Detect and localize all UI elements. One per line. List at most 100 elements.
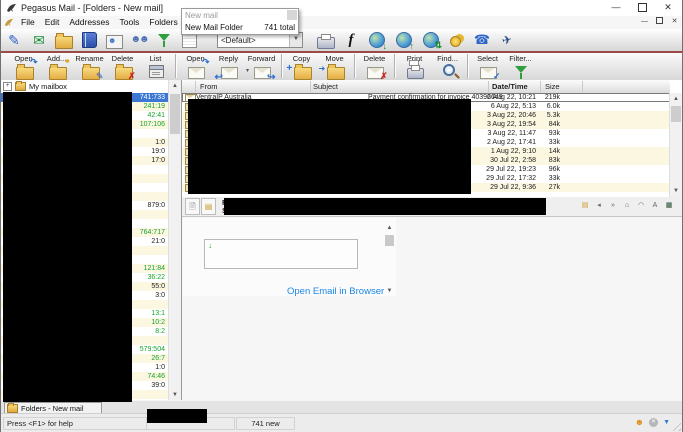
folder-pane: + My mailbox 741:733241:1942:41107:1061:… [1,80,182,401]
mdi-minimize-button[interactable]: — [639,17,650,28]
menu-folders[interactable]: Folders [144,16,182,29]
compose-icon[interactable] [5,31,23,49]
dialer-icon[interactable] [473,31,491,49]
folder-tree-root[interactable]: + My mailbox [1,80,181,92]
scroll-down-icon[interactable]: ▼ [384,287,395,296]
message-list-scrollbar[interactable]: ▲ ▼ [669,93,682,197]
folder-count: 1:0 [155,364,165,371]
rename-button[interactable]: Rename✎ [73,53,106,78]
filter-icon[interactable] [155,31,173,49]
mail-reply-icon: ↩ [220,64,238,78]
mdi-close-button[interactable]: ✕ [669,17,680,28]
close-button[interactable]: ✕ [655,0,681,15]
check-mail-icon[interactable] [369,32,385,48]
column-header-size[interactable]: Size [545,82,560,91]
move-button[interactable]: Move➜ [318,53,351,78]
identities-icon[interactable] [106,35,123,49]
list-button[interactable]: List [139,53,172,78]
add-button[interactable]: Add...● [40,53,73,78]
pegasus-mail-window: Pegasus Mail - [Folders - New mail] — ✕ … [0,0,683,432]
identity-combobox-value: <Default> [218,36,289,45]
forward-button[interactable]: Forward↪ [245,53,278,78]
folder-delete-icon: ✗ [114,64,132,78]
next-message-icon[interactable]: » [608,201,618,211]
font-icon[interactable]: A [650,201,660,211]
column-header-datetime[interactable]: Date/Time [492,82,528,91]
addressbook-icon[interactable] [82,32,97,48]
users-icon[interactable] [130,31,148,49]
preview-header: 🗎 ▤ From: Subject: ▤◂»⌂◠A▦ [182,197,682,217]
folder-dropdown-item[interactable]: New Mail Folder 741 total [182,22,298,34]
menu-file[interactable]: File [16,16,40,29]
folder-count: 241:19 [144,103,165,110]
message-size: 14k [512,147,560,156]
prev-message-icon[interactable]: ◂ [594,201,604,211]
button-label: Delete [364,54,386,63]
print-icon[interactable] [317,37,335,49]
select-button[interactable]: Select✓ [471,53,504,78]
toolbar-group-divider [467,54,468,78]
open-email-in-browser-link[interactable]: Open Email in Browser [287,286,384,297]
folders-icon[interactable] [55,36,73,49]
pegasus-icon[interactable] [498,31,516,49]
column-header-subject[interactable]: Subject [313,82,338,91]
column-header-from[interactable]: From [200,82,218,91]
system-menu-icon[interactable] [4,18,14,28]
open-button[interactable]: Open↷ [7,53,40,78]
find-button[interactable]: Find... [431,53,464,78]
reply-button[interactable]: Reply↩▾ [212,53,245,78]
mdi-restore-button[interactable] [654,17,665,28]
attachments-icon[interactable]: ▤ [201,198,216,215]
download-image-icon[interactable]: ↓ [208,241,212,250]
offline-icon[interactable]: ✕ [649,418,658,427]
scroll-up-icon[interactable]: ▲ [384,224,395,233]
scrollbar-thumb[interactable] [385,235,394,246]
delete-button[interactable]: Delete✗ [358,53,391,78]
print-button[interactable]: Print [398,53,431,78]
tree-expand-icon[interactable]: + [3,82,12,91]
folder-count: 74:46 [147,373,165,380]
folder-count: 121:84 [144,265,165,272]
formatting-icon[interactable] [342,31,360,49]
maximize-button[interactable] [629,0,655,15]
menu-addresses[interactable]: Addresses [64,16,114,29]
scrollbar-thumb[interactable] [170,94,180,134]
menu-tools[interactable]: Tools [115,16,145,29]
message-size: 27k [512,183,560,192]
list-window-icon [147,64,165,78]
send-receive-icon[interactable] [423,32,439,48]
scroll-down-icon[interactable]: ▼ [670,185,682,197]
chevron-down-icon[interactable]: ▼ [289,33,302,47]
view-source-icon[interactable]: ▦ [664,201,674,211]
accounting-icon[interactable] [448,31,466,49]
scroll-up-icon[interactable]: ▲ [670,93,682,105]
folder-copy-icon: + [293,64,311,78]
filter-button[interactable]: Filter... [504,53,537,78]
scrollbar-thumb[interactable] [671,106,681,122]
button-label: Filter... [509,54,532,63]
note-icon[interactable]: ▤ [580,201,590,211]
toolbar-group-divider [281,54,282,78]
open-button[interactable]: Open↷ [179,53,212,78]
copy-button[interactable]: Copy+ [285,53,318,78]
lock-icon[interactable]: ⌂ [622,201,632,211]
message-body-icon[interactable]: 🗎 [185,198,200,215]
folder-count: 39:0 [151,382,165,389]
redaction-status [147,409,207,423]
send-mail-icon[interactable] [396,32,412,48]
window-title: Pegasus Mail - [Folders - New mail] [21,3,163,13]
mail-view-scrollbar[interactable]: ▲ ▼ [384,224,395,296]
main-toolbar: <Default> ▼ [1,29,682,53]
notifier-dropdown-icon[interactable]: ▼ [663,418,670,427]
minimize-button[interactable]: — [603,0,629,15]
combobox-button[interactable] [287,10,297,20]
menu-edit[interactable]: Edit [40,16,65,29]
mailbox-icon[interactable] [30,31,48,49]
resize-grip[interactable] [669,419,681,431]
user-status-icon[interactable]: ☻ [635,418,644,427]
attach-indicator-icon[interactable]: ◠ [636,201,646,211]
scroll-up-icon[interactable]: ▲ [169,80,181,92]
delete-button[interactable]: Delete✗ [106,53,139,78]
folder-pane-scrollbar[interactable]: ▲ ▼ [168,80,181,401]
folder-combobox[interactable]: New mail [182,9,298,22]
